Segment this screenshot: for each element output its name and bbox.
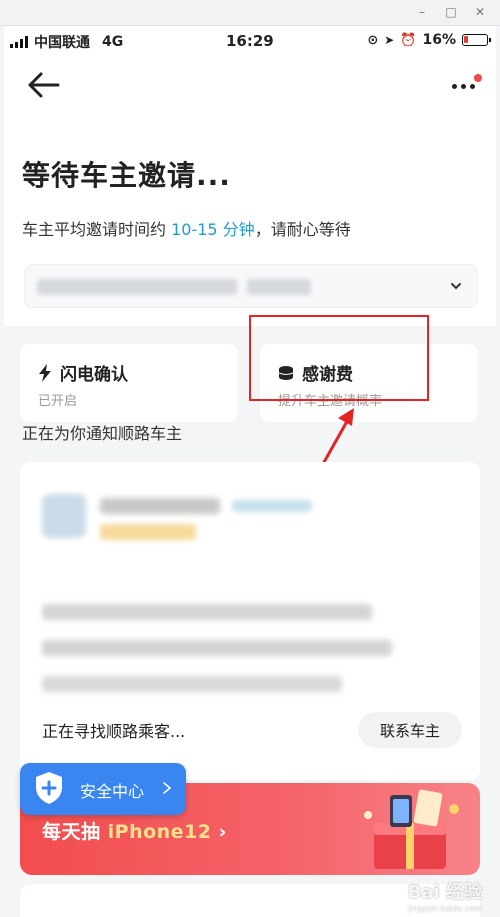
page-title: 等待车主邀请... <box>22 159 231 192</box>
blurred-avatar <box>42 494 86 538</box>
notification-dot <box>474 74 482 82</box>
blurred-driver-meta <box>232 500 312 512</box>
blurred-route-detail <box>42 604 372 620</box>
notify-status-text: 正在为你通知顺路车主 <box>22 424 183 443</box>
wait-time-hint: 车主平均邀请时间约 10-15 分钟，请耐心等待 <box>22 220 351 239</box>
option-status: 已开启 <box>38 394 78 409</box>
app-screen: 中国联通 4G 16:29 ⊙ ➤ ⏰ 16% 等待车主邀请... 车主平均邀请… <box>4 26 496 917</box>
route-dropdown[interactable] <box>24 264 478 308</box>
back-arrow-icon[interactable] <box>26 70 62 100</box>
lightning-icon <box>39 363 51 382</box>
watermark: Bai 经验 jingyan.baidu.com <box>407 882 482 913</box>
blurred-route-detail <box>42 640 392 656</box>
safety-center-label: 安全中心 <box>80 782 145 801</box>
blurred-route-text <box>37 279 237 295</box>
shield-plus-icon <box>36 772 62 804</box>
wait-time-range: 10-15 分钟 <box>171 220 255 239</box>
chevron-down-icon <box>451 283 461 290</box>
blurred-route-detail <box>42 676 342 692</box>
close-icon[interactable]: ✕ <box>472 4 488 20</box>
minimize-icon[interactable]: – <box>414 4 430 20</box>
searching-status: 正在寻找顺路乘客... <box>42 722 186 741</box>
option-title: 闪电确认 <box>60 365 128 385</box>
clock: 16:29 <box>226 32 274 50</box>
network-type: 4G <box>102 34 124 50</box>
status-bar: 中国联通 4G 16:29 ⊙ ➤ ⏰ 16% <box>4 26 496 56</box>
battery-percent: 16% <box>422 32 456 48</box>
carrier-name: 中国联通 <box>34 35 90 51</box>
gift-box-icon <box>364 789 459 869</box>
window-title-bar: – □ ✕ <box>0 0 500 26</box>
driver-info-card: 正在寻找顺路乘客... 联系车主 <box>20 462 480 780</box>
alarm-icon: ⏰ <box>400 32 417 48</box>
signal-icon <box>10 36 28 48</box>
battery-icon <box>462 34 491 46</box>
rotation-lock-icon: ⊙ <box>367 32 379 48</box>
location-icon: ➤ <box>384 33 395 47</box>
more-options-icon[interactable] <box>448 74 482 98</box>
blurred-driver-name <box>100 498 220 514</box>
chevron-right-icon <box>163 782 172 794</box>
blurred-route-text <box>247 279 311 295</box>
lightning-confirm-card[interactable]: 闪电确认 已开启 <box>20 344 238 422</box>
safety-center-button[interactable]: 安全中心 <box>20 763 186 815</box>
blurred-driver-badge <box>100 524 196 540</box>
contact-driver-button[interactable]: 联系车主 <box>358 712 462 748</box>
highlight-annotation-box <box>249 315 429 401</box>
promo-text: 每天抽 iPhone12 › <box>42 821 227 843</box>
waiting-header: 等待车主邀请... 车主平均邀请时间约 10-15 分钟，请耐心等待 <box>4 56 496 326</box>
maximize-icon[interactable]: □ <box>443 4 459 20</box>
